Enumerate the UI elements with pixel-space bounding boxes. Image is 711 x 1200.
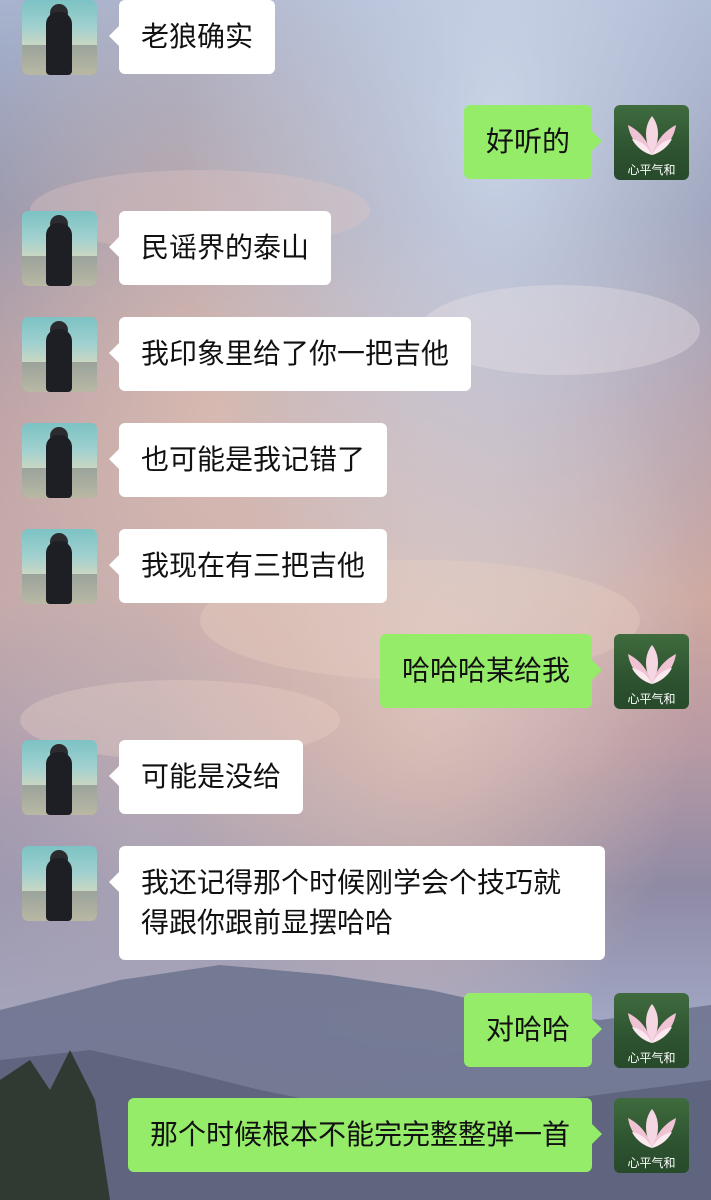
lotus-icon <box>628 116 676 155</box>
message-row: 我还记得那个时候刚学会个技巧就得跟你跟前显摆哈哈 <box>22 846 605 960</box>
incoming-message-bubble[interactable]: 老狼确实 <box>108 0 276 74</box>
message-row: 民谣界的泰山 <box>22 211 332 286</box>
self-avatar[interactable]: 心平气和 <box>614 105 689 180</box>
outgoing-message-bubble[interactable]: 哈哈哈某给我 <box>379 634 603 708</box>
person-photo-icon <box>46 752 72 815</box>
message-row: 我印象里给了你一把吉他 <box>22 317 472 392</box>
person-photo-icon <box>46 858 72 921</box>
self-avatar[interactable]: 心平气和 <box>614 993 689 1068</box>
message-row: 老狼确实 <box>22 0 276 75</box>
person-photo-icon <box>46 329 72 392</box>
message-row: 心平气和 那个时候根本不能完完整整弹一首 <box>127 1098 689 1173</box>
friend-avatar[interactable] <box>22 846 97 921</box>
incoming-message-bubble[interactable]: 我还记得那个时候刚学会个技巧就得跟你跟前显摆哈哈 <box>109 846 605 960</box>
lotus-icon <box>628 1109 676 1148</box>
incoming-message-bubble[interactable]: 我现在有三把吉他 <box>108 529 388 603</box>
incoming-message-bubble[interactable]: 民谣界的泰山 <box>108 211 332 285</box>
person-photo-icon <box>46 12 72 75</box>
outgoing-message-bubble[interactable]: 好听的 <box>463 105 603 179</box>
message-row: 心平气和 哈哈哈某给我 <box>379 634 689 709</box>
friend-avatar[interactable] <box>22 317 97 392</box>
friend-avatar[interactable] <box>22 740 97 815</box>
message-row: 可能是没给 <box>22 740 304 815</box>
outgoing-message-bubble[interactable]: 那个时候根本不能完完整整弹一首 <box>127 1098 603 1172</box>
incoming-message-bubble[interactable]: 我印象里给了你一把吉他 <box>108 317 472 391</box>
self-avatar[interactable]: 心平气和 <box>614 634 689 709</box>
person-photo-icon <box>46 541 72 604</box>
incoming-message-bubble[interactable]: 也可能是我记错了 <box>108 423 388 497</box>
self-avatar[interactable]: 心平气和 <box>614 1098 689 1173</box>
person-photo-icon <box>46 435 72 498</box>
message-row: 我现在有三把吉他 <box>22 529 388 604</box>
message-row: 心平气和 好听的 <box>463 105 689 180</box>
friend-avatar[interactable] <box>22 529 97 604</box>
lotus-icon <box>628 645 676 684</box>
friend-avatar[interactable] <box>22 211 97 286</box>
incoming-message-bubble[interactable]: 可能是没给 <box>108 740 304 814</box>
message-row: 心平气和 对哈哈 <box>463 993 689 1068</box>
lotus-icon <box>628 1004 676 1043</box>
friend-avatar[interactable] <box>22 0 97 75</box>
person-photo-icon <box>46 223 72 286</box>
message-row: 也可能是我记错了 <box>22 423 388 498</box>
outgoing-message-bubble[interactable]: 对哈哈 <box>463 993 603 1067</box>
friend-avatar[interactable] <box>22 423 97 498</box>
